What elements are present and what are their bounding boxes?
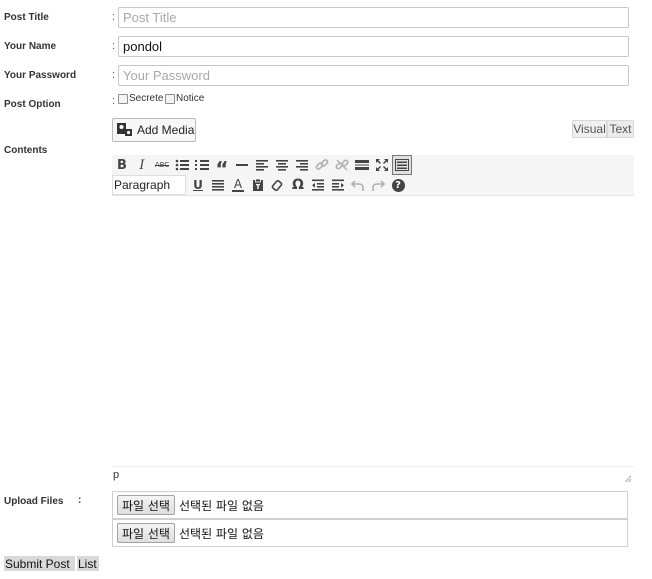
outdent-icon[interactable] <box>308 175 328 195</box>
secrete-option[interactable]: Secrete <box>118 93 163 104</box>
file-input-1[interactable]: 파일 선택 선택된 파일 없음 <box>112 491 628 519</box>
file-input-2[interactable]: 파일 선택 선택된 파일 없음 <box>112 519 628 547</box>
colon: : <box>112 95 116 107</box>
editor-toolbar: B I ABC “ Paragraph U A Ω ? <box>112 155 634 196</box>
upload-files-label: Upload Files <box>4 496 64 507</box>
secrete-checkbox[interactable] <box>118 93 128 104</box>
resize-handle-icon[interactable] <box>624 475 632 483</box>
align-center-icon[interactable] <box>272 155 292 175</box>
your-password-input[interactable] <box>118 65 629 86</box>
notice-option[interactable]: Notice <box>165 93 204 104</box>
submit-post-button[interactable]: Submit Post <box>4 556 75 571</box>
post-option-label: Post Option <box>4 99 61 110</box>
text-color-glyph: A <box>233 176 243 191</box>
list-button[interactable]: List <box>77 556 99 571</box>
undo-icon[interactable] <box>348 175 368 195</box>
text-color-icon[interactable]: A <box>228 175 248 195</box>
file-status-text: 선택된 파일 없음 <box>178 526 264 541</box>
paragraph-format-select[interactable]: Paragraph <box>112 175 186 195</box>
colon: : <box>112 11 116 23</box>
fullscreen-icon[interactable] <box>372 155 392 175</box>
text-color-swatch <box>232 189 244 192</box>
numbered-list-icon[interactable] <box>192 155 212 175</box>
your-name-input[interactable] <box>118 36 629 57</box>
italic-icon[interactable]: I <box>132 155 152 175</box>
post-title-input[interactable] <box>118 7 629 28</box>
editor-content-area[interactable] <box>112 196 634 466</box>
paste-text-icon[interactable] <box>248 175 268 195</box>
toolbar-toggle-icon[interactable] <box>392 155 412 175</box>
align-right-icon[interactable] <box>292 155 312 175</box>
horizontal-line-icon[interactable] <box>232 155 252 175</box>
add-media-button[interactable]: Add Media <box>112 118 196 142</box>
bullet-list-icon[interactable] <box>172 155 192 175</box>
colon: : <box>112 69 116 81</box>
your-name-label: Your Name <box>4 41 57 52</box>
special-character-icon[interactable]: Ω <box>288 175 308 195</box>
strikethrough-icon[interactable]: ABC <box>152 155 172 175</box>
read-more-icon[interactable] <box>352 155 372 175</box>
clear-formatting-icon[interactable] <box>268 175 288 195</box>
post-title-label: Post Title <box>4 12 49 23</box>
tab-text[interactable]: Text <box>607 120 634 138</box>
add-media-label: Add Media <box>137 123 195 137</box>
justify-icon[interactable] <box>208 175 228 195</box>
help-icon[interactable]: ? <box>388 175 408 195</box>
colon: : <box>112 40 116 52</box>
your-password-label: Your Password <box>4 70 77 81</box>
help-glyph: ? <box>391 178 405 192</box>
file-status-text: 선택된 파일 없음 <box>178 498 264 513</box>
notice-option-label: Notice <box>176 93 205 104</box>
indent-icon[interactable] <box>328 175 348 195</box>
toolbar-row-1: B I ABC “ <box>112 155 412 181</box>
choose-file-button[interactable]: 파일 선택 <box>117 495 175 515</box>
redo-icon[interactable] <box>368 175 388 195</box>
tab-visual[interactable]: Visual <box>572 120 607 138</box>
editor-statusbar: p <box>112 466 634 486</box>
align-left-icon[interactable] <box>252 155 272 175</box>
choose-file-button[interactable]: 파일 선택 <box>117 523 175 543</box>
secrete-option-label: Secrete <box>129 93 164 104</box>
toolbar-row-2: Paragraph U A Ω ? <box>112 175 408 195</box>
bold-icon[interactable]: B <box>112 155 132 175</box>
underline-icon[interactable]: U <box>188 175 208 195</box>
paragraph-format-label: Paragraph <box>114 178 171 192</box>
remove-link-icon[interactable] <box>332 155 352 175</box>
media-icon <box>116 121 134 139</box>
blockquote-icon[interactable]: “ <box>212 155 232 181</box>
notice-checkbox[interactable] <box>165 93 175 104</box>
contents-label: Contents <box>4 145 48 156</box>
insert-link-icon[interactable] <box>312 155 332 175</box>
colon: : <box>78 495 82 506</box>
element-path[interactable]: p <box>113 469 119 481</box>
